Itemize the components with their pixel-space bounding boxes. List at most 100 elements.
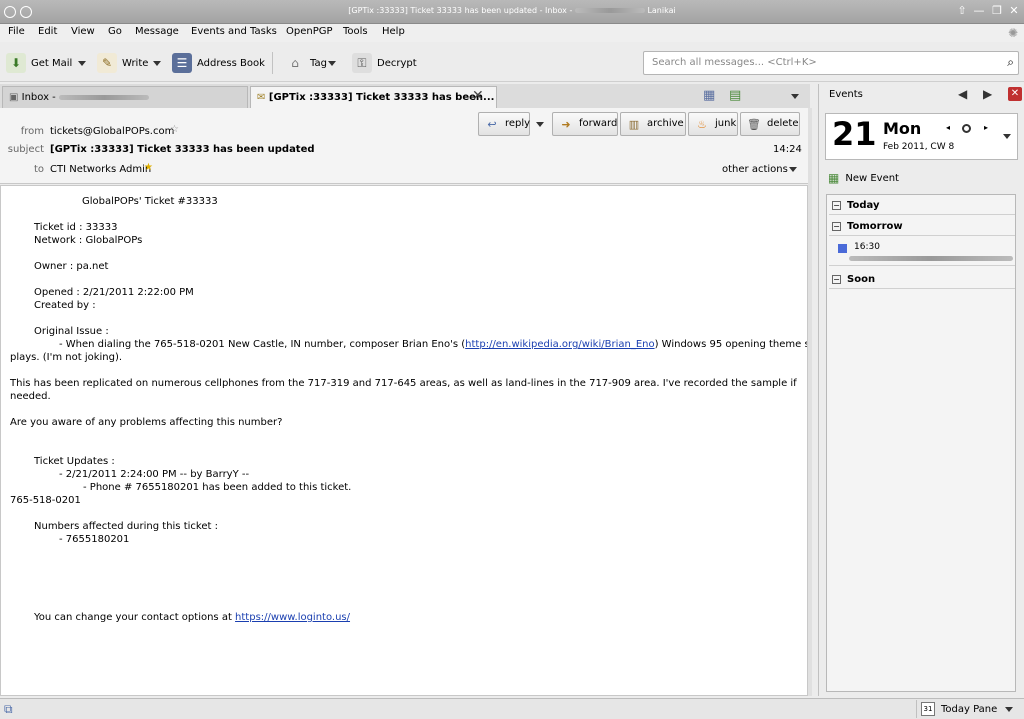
get-mail-button[interactable]: ⬇ Get Mail bbox=[6, 52, 72, 74]
envelope-icon: ✉ bbox=[257, 92, 266, 103]
ticket-network: Network : GlobalPOPs bbox=[34, 235, 143, 246]
today-circle-icon[interactable] bbox=[962, 124, 971, 133]
original-issue-label: Original Issue : bbox=[34, 326, 109, 337]
message-time: 14:24 bbox=[773, 144, 802, 155]
update-entry-detail: - Phone # 7655180201 has been added to t… bbox=[83, 482, 352, 493]
month-line: Feb 2011, CW 8 bbox=[883, 142, 955, 152]
calendar-color-swatch bbox=[838, 244, 847, 253]
today-pane-toggle[interactable]: 31 Today Pane bbox=[916, 700, 1020, 718]
close-tab-icon[interactable]: ✕ bbox=[472, 88, 484, 104]
from-address[interactable]: tickets@GlobalPOPs.com bbox=[50, 126, 174, 137]
reply-dropdown-icon[interactable] bbox=[536, 122, 544, 127]
menu-tools[interactable]: Tools bbox=[343, 26, 368, 37]
trash-icon: 🗑 bbox=[747, 118, 761, 131]
other-actions-dropdown-icon[interactable] bbox=[789, 167, 797, 172]
menu-message[interactable]: Message bbox=[135, 26, 179, 37]
ticket-id: Ticket id : 33333 bbox=[34, 222, 118, 233]
archive-button[interactable]: ▥ archive bbox=[620, 112, 686, 136]
tag-button[interactable]: ⌂ Tag bbox=[285, 52, 327, 74]
close-pane-icon[interactable]: ✕ bbox=[1008, 87, 1022, 101]
layout-view-icon[interactable]: ▦ bbox=[703, 88, 715, 103]
address-book-button[interactable]: ☰ Address Book bbox=[172, 52, 265, 74]
group-today[interactable]: − Today bbox=[829, 197, 1015, 215]
affected-number: - 7655180201 bbox=[59, 534, 130, 545]
to-address[interactable]: CTI Networks Admin bbox=[50, 164, 151, 175]
delete-button[interactable]: 🗑 delete bbox=[740, 112, 800, 136]
binoculars-search-icon[interactable]: ⌕ bbox=[1007, 55, 1014, 70]
calendar-tasks-icon[interactable]: ▤ bbox=[729, 88, 741, 103]
redacted-event-title bbox=[849, 256, 1013, 261]
forward-icon: ➜ bbox=[561, 118, 571, 131]
window-title: [GPTix :33333] Ticket 33333 has been upd… bbox=[348, 6, 676, 15]
ticket-owner: Owner : pa.net bbox=[34, 261, 109, 272]
paragraph-replicated: This has been replicated on numerous cel… bbox=[10, 378, 797, 389]
new-event-button[interactable]: ▦ New Event bbox=[828, 170, 899, 186]
decrypt-button[interactable]: ⚿ Decrypt bbox=[352, 52, 417, 74]
contact-options-link[interactable]: https://www.loginto.us/ bbox=[235, 612, 350, 623]
shade-icon[interactable]: ⇧ bbox=[955, 4, 969, 18]
ticket-opened: Opened : 2/21/2011 2:22:00 PM bbox=[34, 287, 194, 298]
star-contact-icon[interactable]: ☆ bbox=[170, 124, 179, 135]
other-actions-button[interactable]: other actions bbox=[722, 164, 788, 175]
menu-openpgp[interactable]: OpenPGP bbox=[286, 26, 333, 37]
online-status-icon[interactable]: ⧉ bbox=[4, 702, 13, 717]
maximize-icon[interactable]: ❐ bbox=[990, 4, 1004, 18]
toolbar-separator bbox=[272, 52, 273, 74]
contact-options-text: You can change your contact options at h… bbox=[34, 612, 351, 623]
close-window-icon[interactable]: ✕ bbox=[1007, 4, 1021, 18]
next-day-icon[interactable]: ▸ bbox=[984, 123, 988, 132]
collapse-icon[interactable]: − bbox=[832, 222, 841, 231]
menu-file[interactable]: File bbox=[8, 26, 25, 37]
activity-throbber-icon: ✺ bbox=[1007, 26, 1018, 40]
write-button[interactable]: ✎ Write bbox=[97, 52, 148, 74]
tab-inbox[interactable]: ▣ Inbox - bbox=[2, 86, 248, 108]
date-display: 21 Mon ◂ ▸ Feb 2011, CW 8 bbox=[825, 113, 1018, 160]
get-mail-dropdown-icon[interactable] bbox=[78, 61, 86, 66]
next-view-icon[interactable]: ▶ bbox=[983, 87, 992, 101]
flame-junk-icon: ♨ bbox=[697, 118, 707, 131]
group-soon[interactable]: − Soon bbox=[829, 271, 1015, 289]
tab-list-dropdown-icon[interactable] bbox=[791, 94, 799, 99]
menu-events-and-tasks[interactable]: Events and Tasks bbox=[191, 26, 277, 37]
junk-button[interactable]: ♨ junk bbox=[688, 112, 738, 136]
tag-dropdown-icon[interactable] bbox=[328, 61, 336, 66]
search-messages-input[interactable]: Search all messages... <Ctrl+K> ⌕ bbox=[643, 51, 1019, 75]
forward-button[interactable]: ➜ forward bbox=[552, 112, 618, 136]
minimize-icon[interactable]: — bbox=[972, 4, 986, 18]
reply-button[interactable]: ↩ reply bbox=[478, 112, 530, 136]
write-dropdown-icon[interactable] bbox=[153, 61, 161, 66]
issue-text: - When dialing the 765-518-0201 New Cast… bbox=[59, 339, 807, 350]
collapse-icon[interactable]: − bbox=[832, 201, 841, 210]
previous-view-icon[interactable]: ◀ bbox=[958, 87, 967, 101]
tab-bar: ▣ Inbox - ✉ [GPTix :33333] Ticket 33333 … bbox=[0, 84, 810, 108]
prev-day-icon[interactable]: ◂ bbox=[946, 123, 950, 132]
update-phone-number: 765-518-0201 bbox=[10, 495, 81, 506]
address-book-icon: ☰ bbox=[172, 53, 192, 73]
new-event-calendar-icon: ▦ bbox=[828, 171, 840, 185]
today-pane: Events ◀ ▶ ✕ 21 Mon ◂ ▸ Feb 2011, CW 8 ▦… bbox=[818, 84, 1024, 696]
message-scrollbar[interactable] bbox=[808, 108, 812, 696]
message-body: GlobalPOPs' Ticket #33333 Ticket id : 33… bbox=[0, 185, 808, 696]
menu-go[interactable]: Go bbox=[108, 26, 122, 37]
folder-icon: ▣ bbox=[9, 92, 19, 103]
ticket-updates-label: Ticket Updates : bbox=[34, 456, 115, 467]
status-bar: ⧉ 31 Today Pane bbox=[0, 698, 1024, 719]
menu-view[interactable]: View bbox=[71, 26, 95, 37]
date-dropdown-icon[interactable] bbox=[1003, 134, 1011, 139]
group-tomorrow[interactable]: − Tomorrow bbox=[829, 218, 1015, 236]
subject-text: [GPTix :33333] Ticket 33333 has been upd… bbox=[50, 144, 315, 155]
events-title: Events bbox=[829, 89, 863, 100]
event-item[interactable]: 16:30 bbox=[829, 238, 1015, 266]
collapse-icon[interactable]: − bbox=[832, 275, 841, 284]
wikipedia-link[interactable]: http://en.wikipedia.org/wiki/Brian_Eno bbox=[465, 339, 654, 350]
day-number: 21 bbox=[832, 115, 877, 153]
menu-help[interactable]: Help bbox=[382, 26, 405, 37]
today-pane-dropdown-icon[interactable] bbox=[1005, 706, 1014, 712]
numbers-affected-label: Numbers affected during this ticket : bbox=[34, 521, 218, 532]
calendar-day-icon: 31 bbox=[921, 702, 935, 716]
star-contact-icon[interactable]: ★ bbox=[144, 162, 153, 173]
tag-icon: ⌂ bbox=[291, 56, 299, 70]
menu-edit[interactable]: Edit bbox=[38, 26, 57, 37]
pencil-icon: ✎ bbox=[97, 53, 117, 73]
tab-message[interactable]: ✉ [GPTix :33333] Ticket 33333 has been..… bbox=[250, 86, 497, 108]
